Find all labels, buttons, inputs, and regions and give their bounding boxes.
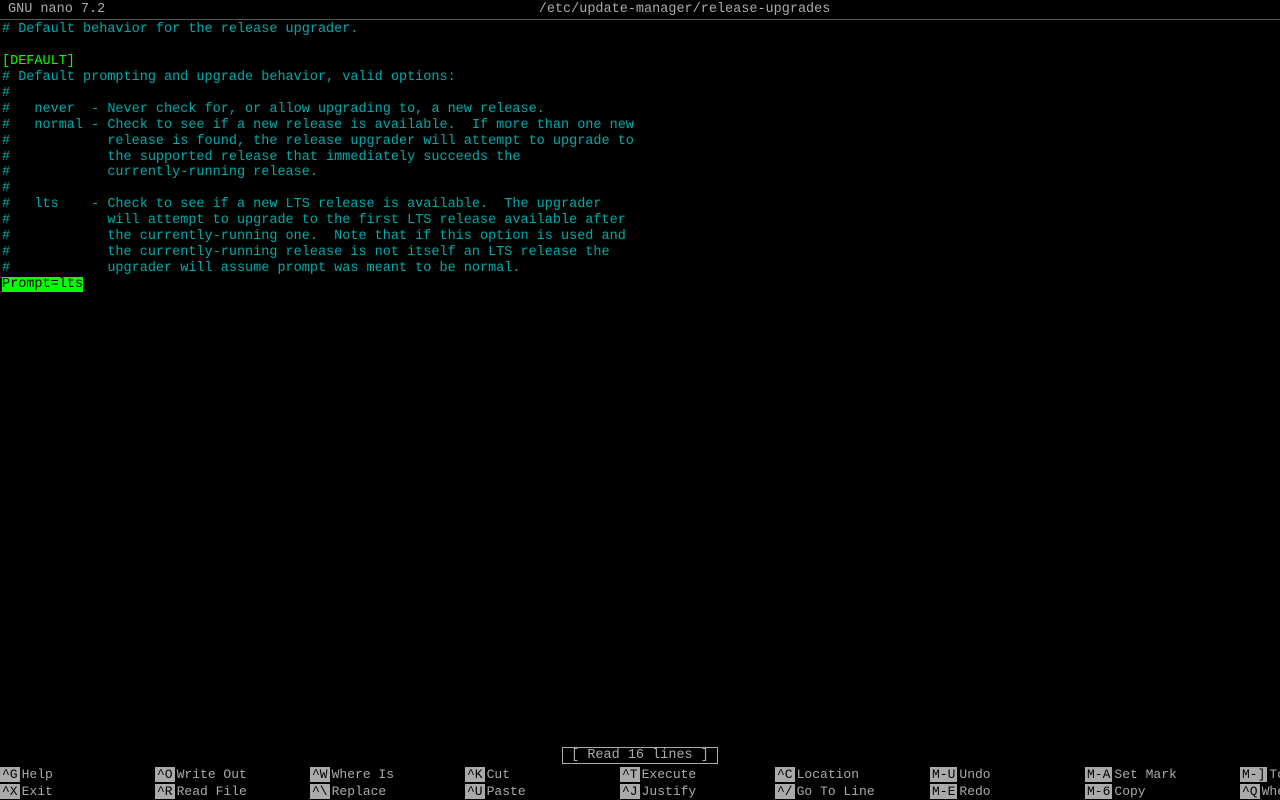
shortcut-label: Where Is	[332, 767, 394, 782]
editor-line: #	[0, 86, 1280, 102]
shortcut-item[interactable]: ^XExit	[0, 784, 155, 799]
shortcut-item[interactable]: M-6Copy	[1085, 784, 1240, 799]
shortcut-label: Redo	[959, 784, 990, 799]
editor-line: # Default behavior for the release upgra…	[0, 22, 1280, 38]
shortcut-key: M-U	[930, 767, 957, 782]
editor-line: # will attempt to upgrade to the first L…	[0, 213, 1280, 229]
shortcut-label: Set Mark	[1114, 767, 1176, 782]
shortcut-key: ^Q	[1240, 784, 1260, 799]
shortcut-key: ^R	[155, 784, 175, 799]
shortcut-key: ^W	[310, 767, 330, 782]
editor-area[interactable]: # Default behavior for the release upgra…	[0, 20, 1280, 745]
shortcut-key: ^C	[775, 767, 795, 782]
shortcut-item[interactable]: ^KCut	[465, 767, 620, 782]
shortcut-key: M-E	[930, 784, 957, 799]
shortcut-label: Location	[797, 767, 859, 782]
editor-line: # Default prompting and upgrade behavior…	[0, 70, 1280, 86]
shortcut-item[interactable]: M-ERedo	[930, 784, 1085, 799]
editor-line: # lts - Check to see if a new LTS releas…	[0, 197, 1280, 213]
shortcut-label: Paste	[487, 784, 526, 799]
shortcut-item[interactable]: ^QWhere Was	[1240, 784, 1280, 799]
shortcut-label: Read File	[177, 784, 247, 799]
shortcut-label: Execute	[642, 767, 697, 782]
editor-line: #	[0, 181, 1280, 197]
shortcut-label: Cut	[487, 767, 510, 782]
cursor: Prompt=lts	[2, 277, 83, 292]
editor-line: # the supported release that immediately…	[0, 150, 1280, 166]
shortcut-label: Justify	[642, 784, 697, 799]
shortcut-key: ^K	[465, 767, 485, 782]
shortcut-key: M-]	[1240, 767, 1267, 782]
shortcut-key: ^/	[775, 784, 795, 799]
editor-line	[0, 38, 1280, 54]
editor-line: # upgrader will assume prompt was meant …	[0, 261, 1280, 277]
shortcut-key: ^U	[465, 784, 485, 799]
editor-line: # release is found, the release upgrader…	[0, 134, 1280, 150]
shortcut-item[interactable]: ^WWhere Is	[310, 767, 465, 782]
shortcut-key: M-6	[1085, 784, 1112, 799]
shortcut-label: Write Out	[177, 767, 247, 782]
shortcut-item[interactable]: ^GHelp	[0, 767, 155, 782]
shortcut-item[interactable]: M-ASet Mark	[1085, 767, 1240, 782]
editor-line: # the currently-running release is not i…	[0, 245, 1280, 261]
shortcut-label: Copy	[1114, 784, 1145, 799]
shortcut-label: Replace	[332, 784, 387, 799]
app-name: GNU nano 7.2	[8, 2, 105, 17]
editor-line: # the currently-running one. Note that i…	[0, 229, 1280, 245]
status-bar: [ Read 16 lines ]	[0, 745, 1280, 766]
shortcut-label: To Bracket	[1269, 767, 1280, 782]
shortcut-item[interactable]: M-]To Bracket	[1240, 767, 1280, 782]
shortcut-item[interactable]: ^TExecute	[620, 767, 775, 782]
status-message: [ Read 16 lines ]	[562, 747, 718, 764]
title-right	[1264, 2, 1272, 17]
shortcut-label: Where Was	[1262, 784, 1280, 799]
title-bar: GNU nano 7.2 /etc/update-manager/release…	[0, 0, 1280, 20]
shortcut-key: M-A	[1085, 767, 1112, 782]
editor-line: Prompt=lts	[0, 277, 1280, 293]
shortcut-key: ^G	[0, 767, 20, 782]
shortcut-label: Go To Line	[797, 784, 875, 799]
shortcut-key: ^\	[310, 784, 330, 799]
editor-line: [DEFAULT]	[0, 54, 1280, 70]
shortcut-item[interactable]: ^JJustify	[620, 784, 775, 799]
editor-line: # normal - Check to see if a new release…	[0, 118, 1280, 134]
shortcut-item[interactable]: ^\Replace	[310, 784, 465, 799]
shortcut-item[interactable]: M-UUndo	[930, 767, 1085, 782]
shortcut-item[interactable]: ^OWrite Out	[155, 767, 310, 782]
shortcut-key: ^J	[620, 784, 640, 799]
shortcut-label: Undo	[959, 767, 990, 782]
shortcut-label: Help	[22, 767, 53, 782]
editor-line: # currently-running release.	[0, 165, 1280, 181]
shortcut-key: ^X	[0, 784, 20, 799]
shortcut-key: ^T	[620, 767, 640, 782]
shortcut-item[interactable]: ^UPaste	[465, 784, 620, 799]
shortcut-bar-1: ^GHelp^OWrite Out^WWhere Is^KCut^TExecut…	[0, 766, 1280, 783]
file-path: /etc/update-manager/release-upgrades	[539, 2, 831, 17]
shortcut-item[interactable]: ^CLocation	[775, 767, 930, 782]
shortcut-bar-2: ^XExit^RRead File^\Replace^UPaste^JJusti…	[0, 783, 1280, 800]
shortcut-label: Exit	[22, 784, 53, 799]
shortcut-item[interactable]: ^RRead File	[155, 784, 310, 799]
shortcut-item[interactable]: ^/Go To Line	[775, 784, 930, 799]
editor-line: # never - Never check for, or allow upgr…	[0, 102, 1280, 118]
shortcut-key: ^O	[155, 767, 175, 782]
